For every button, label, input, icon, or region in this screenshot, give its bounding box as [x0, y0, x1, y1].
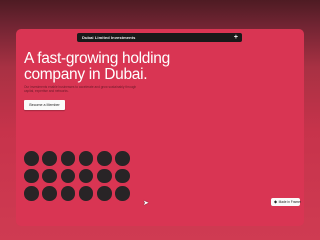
circle-dot — [115, 186, 130, 201]
circle-dot — [60, 168, 76, 184]
circle-dot — [78, 186, 94, 201]
circle-dot — [24, 168, 39, 184]
circle-dot — [97, 168, 112, 184]
badge-label: Made in Framer — [278, 200, 302, 204]
circle-dot — [42, 151, 57, 166]
circle-dot — [24, 186, 39, 201]
circle-dot — [97, 186, 112, 201]
circle-dot — [42, 168, 57, 184]
hero-subtext: Our investments enable businesses to acc… — [24, 85, 137, 94]
site-title-link[interactable]: Dubai Limited Investments — [82, 35, 135, 40]
circle-dot — [115, 151, 130, 166]
circle-dot — [78, 151, 94, 166]
made-in-framer-badge[interactable]: ◆ Made in Framer — [271, 198, 302, 206]
headline-line-2: company in Dubai. — [24, 66, 148, 83]
circle-dot — [60, 151, 76, 166]
top-navbar: Dubai Limited Investments + — [77, 33, 242, 42]
hero-headline: A fast-growing holding company in Dubai. — [24, 51, 170, 83]
circle-dot — [42, 186, 57, 201]
framer-icon: ◆ — [274, 199, 278, 204]
circle-dot — [97, 151, 112, 166]
pointer-cursor-icon: ➤ — [143, 200, 149, 207]
circle-dot — [60, 186, 76, 201]
plus-icon[interactable]: + — [234, 34, 238, 41]
circle-dot — [24, 151, 39, 166]
circle-dot — [115, 168, 130, 184]
become-member-button[interactable]: Become a Member — [24, 100, 65, 110]
circle-grid — [24, 151, 130, 204]
circle-dot — [78, 168, 94, 184]
headline-line-1: A fast-growing holding — [24, 50, 170, 67]
